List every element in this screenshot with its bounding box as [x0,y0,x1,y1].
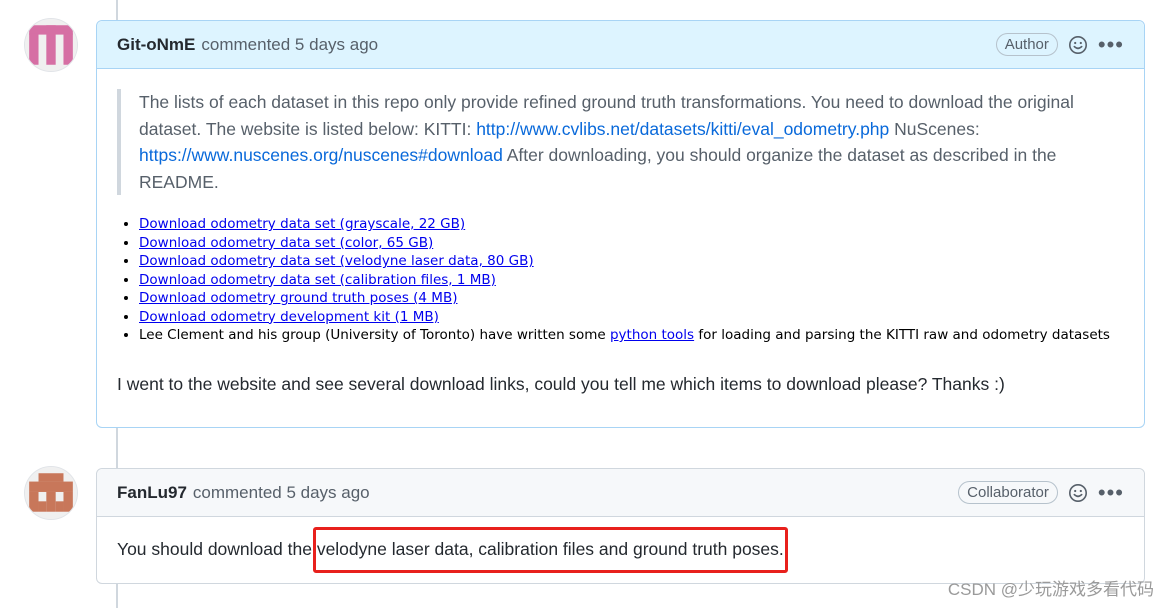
avatar-git-onme[interactable] [25,19,77,71]
list-item: Download odometry data set (grayscale, 2… [139,215,1124,234]
nuscenes-link[interactable]: https://www.nuscenes.org/nuscenes#downlo… [139,145,503,165]
smiley-icon [1068,483,1087,502]
question-text: I went to the website and see several do… [117,373,1005,394]
quoted-reply: The lists of each dataset in this repo o… [117,89,1124,195]
avatar-fanlu97[interactable] [25,467,77,519]
comment-timestamp[interactable]: commented 5 days ago [193,483,370,503]
comment-options-button[interactable]: ••• [1097,479,1124,505]
download-link-devkit[interactable]: Download odometry development kit (1 MB) [139,309,439,325]
identicon-avatar-icon [25,19,77,71]
quote-text-2: NuScenes: [889,118,980,139]
list-item: Lee Clement and his group (University of… [139,326,1124,345]
tools-text-before: Lee Clement and his group (University of… [139,327,610,343]
list-item: Download odometry ground truth poses (4 … [139,289,1124,308]
collaborator-badge: Collaborator [958,481,1058,504]
download-link-grayscale[interactable]: Download odometry data set (grayscale, 2… [139,216,465,232]
comment-header: Git-oNmE commented 5 days ago Author ••• [97,21,1144,69]
kebab-horizontal-icon: ••• [1097,479,1124,505]
download-list: Download odometry data set (grayscale, 2… [117,215,1124,345]
add-reaction-button[interactable] [1068,483,1088,503]
author-badge: Author [995,33,1058,56]
comment-body: The lists of each dataset in this repo o… [97,89,1144,397]
list-item: Download odometry development kit (1 MB) [139,308,1124,327]
csdn-watermark: CSDN @少玩游戏多看代码 [947,580,1154,599]
comment-author-link[interactable]: Git-oNmE [117,35,195,55]
reply-text: You should download the velodyne laser d… [117,539,784,560]
python-tools-link[interactable]: python tools [610,327,694,343]
download-link-ground-truth[interactable]: Download odometry ground truth poses (4 … [139,290,457,306]
identicon-avatar-icon [25,467,77,519]
comment-author-link[interactable]: FanLu97 [117,483,187,503]
smiley-icon [1068,35,1087,54]
download-link-velodyne[interactable]: Download odometry data set (velodyne las… [139,253,534,269]
comment-header: FanLu97 commented 5 days ago Collaborato… [97,469,1144,517]
comment-timestamp[interactable]: commented 5 days ago [201,35,378,55]
comment-options-button[interactable]: ••• [1097,31,1124,57]
kitti-link[interactable]: http://www.cvlibs.net/datasets/kitti/eva… [476,119,889,139]
kebab-horizontal-icon: ••• [1097,31,1124,57]
reply-text-before: You should download the [117,538,317,559]
tools-text-after: for loading and parsing the KITTI raw an… [694,327,1110,343]
list-item: Download odometry data set (calibration … [139,271,1124,290]
comment-fanlu97: FanLu97 commented 5 days ago Collaborato… [96,468,1145,584]
reply-text-highlighted: velodyne laser data, calibration files a… [316,538,784,559]
list-item: Download odometry data set (velodyne las… [139,252,1124,271]
add-reaction-button[interactable] [1068,35,1088,55]
download-link-color[interactable]: Download odometry data set (color, 65 GB… [139,235,433,251]
list-item: Download odometry data set (color, 65 GB… [139,234,1124,253]
download-link-calibration[interactable]: Download odometry data set (calibration … [139,272,496,288]
comment-git-onme: Git-oNmE commented 5 days ago Author •••… [96,20,1145,428]
comment-body: You should download the velodyne laser d… [97,517,1144,581]
